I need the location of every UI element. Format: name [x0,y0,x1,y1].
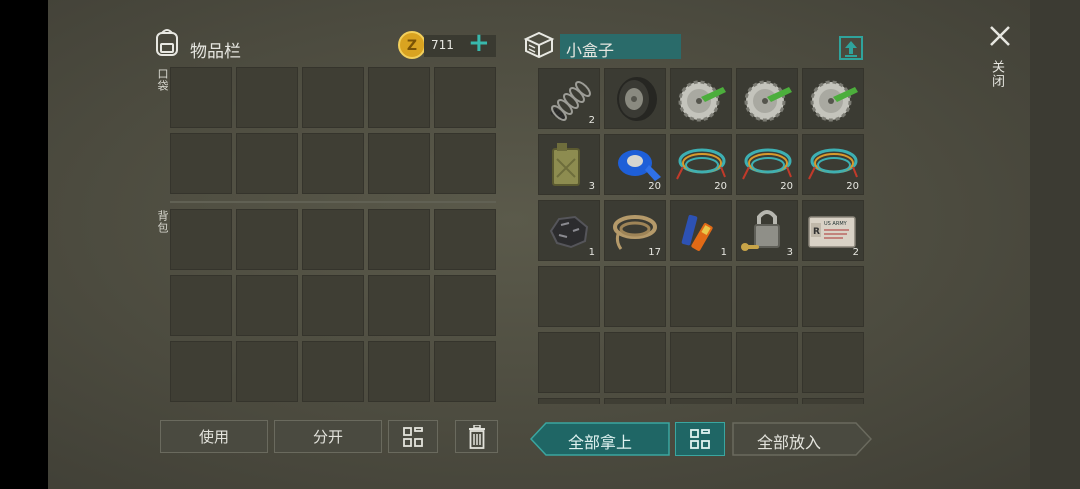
section-divider [170,201,496,203]
pocket-slot[interactable] [368,133,430,194]
container-slot[interactable]: 20 [670,134,732,195]
pockets-label: 口袋 [156,68,169,92]
backpack-slot[interactable] [368,341,430,402]
container-name: 小盒子 [566,41,615,60]
container-slot[interactable]: 2 [538,68,600,129]
container-slot[interactable]: 1 [670,200,732,261]
backpack-slot[interactable] [170,209,232,270]
container-slot[interactable] [736,332,798,393]
close-icon[interactable] [988,24,1012,48]
container-slot[interactable] [670,68,732,129]
box-icon [523,31,555,59]
container-slot[interactable] [538,332,600,393]
use-button[interactable]: 使用 [160,420,268,453]
backpack-slot[interactable] [302,341,364,402]
side-panel [1030,0,1080,489]
pocket-slot[interactable] [170,67,232,128]
container-slot[interactable] [604,68,666,129]
backpack-slot[interactable] [434,341,496,402]
container-slot[interactable]: R US ARMY 2 [802,200,864,261]
backpack-slot[interactable] [236,341,298,402]
container-slot[interactable] [670,266,732,327]
item-count: 1 [720,247,727,258]
item-count: 3 [786,247,793,258]
container-slot[interactable] [670,332,732,393]
backpack-slot[interactable] [302,209,364,270]
container-slot[interactable] [736,68,798,129]
item-count: 20 [714,181,727,192]
svg-text:Z: Z [407,38,417,54]
container-slot[interactable] [604,266,666,327]
backpack-label: 背包 [156,210,169,234]
container-slot[interactable] [802,398,864,404]
container-slot[interactable] [538,398,600,404]
container-slot[interactable]: 20 [802,134,864,195]
grid-sort-icon [690,429,710,449]
item-count: 20 [846,181,859,192]
inventory-title: 物品栏 [190,42,241,62]
item-count: 2 [588,115,595,126]
container-slot[interactable] [604,332,666,393]
container-slot[interactable]: 20 [736,134,798,195]
pocket-slot[interactable] [434,133,496,194]
id-card-text: US ARMY [824,221,848,227]
backpack-slot[interactable] [236,209,298,270]
grid-sort-icon [403,426,423,447]
container-slot[interactable] [604,398,666,404]
backpack-slot[interactable] [170,341,232,402]
container-slot[interactable]: 3 [736,200,798,261]
take-all-button[interactable]: 全部拿上 [568,429,632,453]
svg-text:R: R [813,227,820,237]
container-slot[interactable] [736,398,798,404]
container-sort-button[interactable] [675,422,725,456]
container-slot[interactable] [736,266,798,327]
container-slot[interactable] [670,398,732,404]
saw-blade-icon [810,80,858,122]
split-button[interactable]: 分开 [274,420,382,453]
container-slot[interactable] [802,332,864,393]
container-grid: 2 3 20 20 20 20 1 17 1 3 R US ARMY 2 [536,66,866,404]
item-count: 2 [852,247,859,258]
backpack-slot[interactable] [170,275,232,336]
upload-icon[interactable] [838,35,864,61]
pocket-slot[interactable] [236,67,298,128]
pocket-slot[interactable] [170,133,232,194]
backpack-slot[interactable] [434,275,496,336]
item-count: 20 [780,181,793,192]
trash-button[interactable] [455,420,498,453]
pocket-slot[interactable] [302,67,364,128]
item-count: 17 [648,247,661,258]
backpack-slot[interactable] [368,275,430,336]
put-all-button[interactable]: 全部放入 [757,429,821,453]
backpack-slot[interactable] [302,275,364,336]
tire-icon [617,77,657,121]
backpack-icon [156,29,178,56]
item-count: 1 [588,247,595,258]
item-count: 20 [648,181,661,192]
container-slot[interactable]: 3 [538,134,600,195]
pocket-slot[interactable] [236,133,298,194]
pocket-slot[interactable] [302,133,364,194]
container-slot[interactable] [802,266,864,327]
container-slot[interactable] [538,266,600,327]
add-coins-button[interactable]: + [468,28,490,58]
pocket-slot[interactable] [434,67,496,128]
backpack-slot[interactable] [434,209,496,270]
backpack-slot[interactable] [236,275,298,336]
backpack-slot[interactable] [368,209,430,270]
trash-icon [468,424,485,449]
saw-blade-icon [744,80,792,122]
coin-count: 711 [431,38,454,52]
pocket-slot[interactable] [368,67,430,128]
close-label[interactable]: 关闭 [989,60,1006,88]
item-count: 3 [588,181,595,192]
saw-blade-icon [678,80,726,122]
container-slot[interactable]: 1 [538,200,600,261]
container-slot[interactable]: 17 [604,200,666,261]
sort-button[interactable] [388,420,438,453]
container-slot[interactable]: 20 [604,134,666,195]
game-screen: 物品栏 Z 711 + 口袋 背包 小盒子 2 3 20 20 20 20 1 … [48,0,1080,489]
container-slot[interactable] [802,68,864,129]
zed-coin-icon: Z [398,31,426,59]
